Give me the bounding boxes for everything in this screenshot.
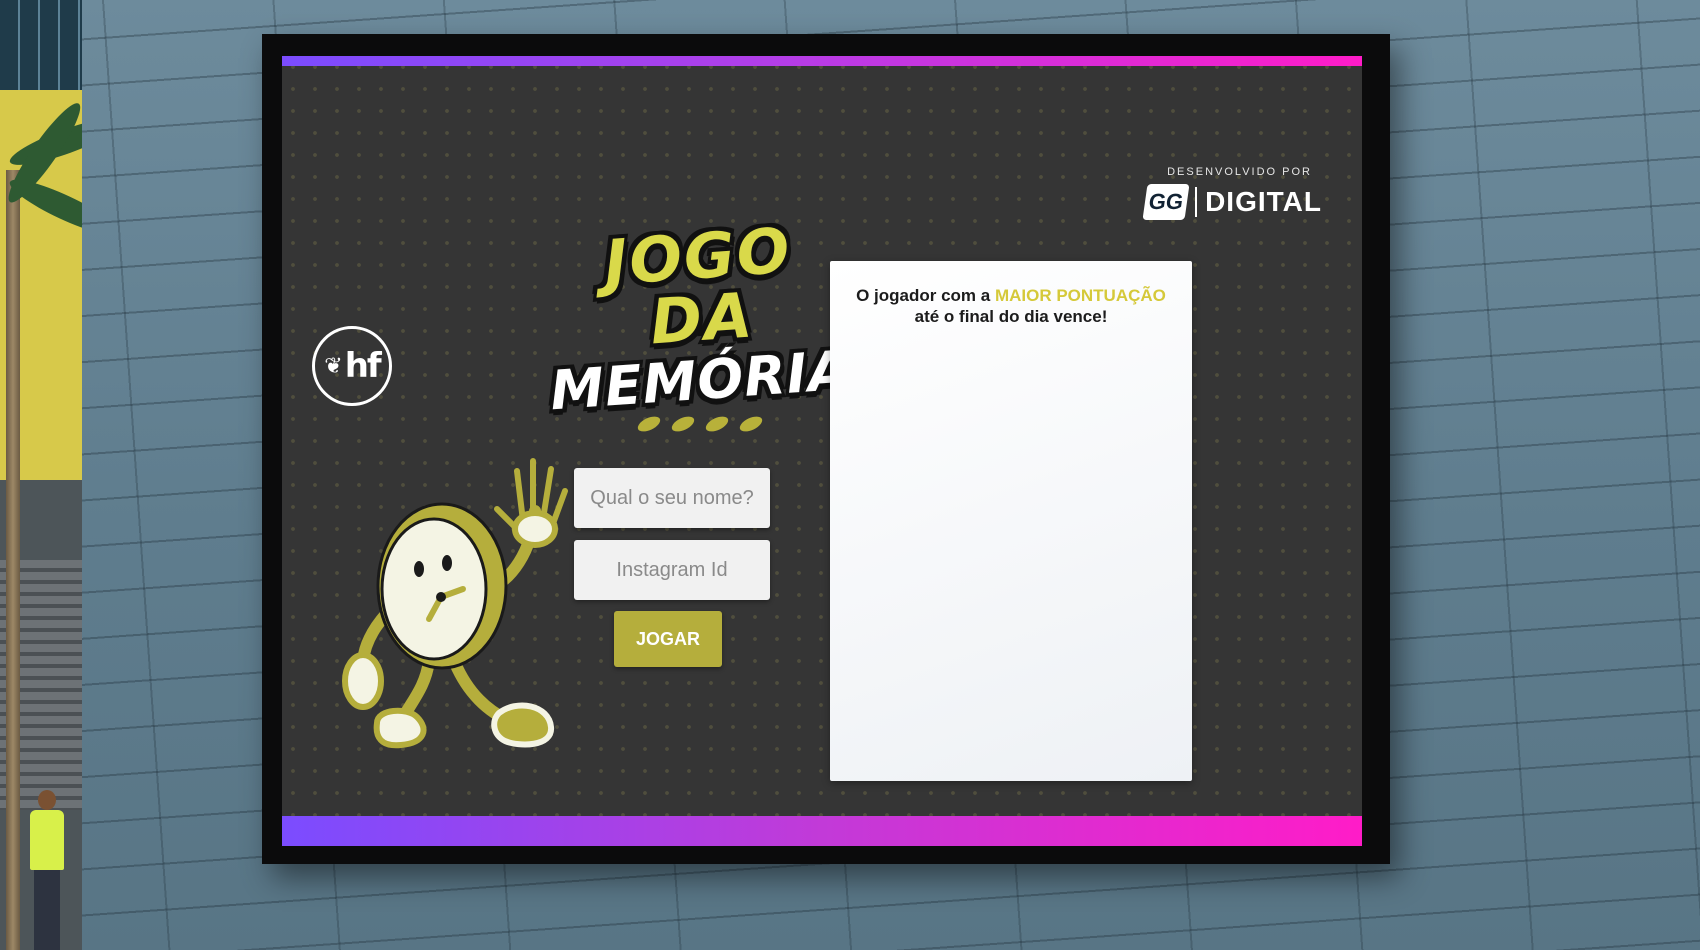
palm-tree [6, 170, 20, 950]
clock-center [436, 592, 446, 602]
instagram-id-input[interactable] [574, 540, 770, 600]
pedestrian [26, 790, 70, 950]
game-title: JOGO DA MEMÓRIA [548, 214, 853, 435]
gg-logo-mark: GG [1142, 184, 1190, 220]
hf-logo-text: hf [344, 346, 382, 386]
street-scene [0, 0, 82, 950]
leaderboard-message: O jogador com a MAIOR PONTUAÇÃO até o fi… [846, 285, 1176, 328]
glass-facade [0, 0, 82, 90]
mascot-face [380, 517, 488, 661]
mascot-right-shoe [491, 702, 554, 748]
developer-credit: DESENVOLVIDO POR GG DIGITAL [1092, 166, 1322, 220]
mascot-left-shoe [373, 707, 427, 749]
clock-mascot [342, 458, 568, 749]
play-button[interactable]: JOGAR [614, 611, 722, 667]
hf-logo: ❦ hf [312, 326, 392, 406]
title-line-1: JOGO DA [601, 213, 794, 359]
message-prefix: O jogador com a [856, 286, 995, 305]
name-input[interactable] [574, 468, 770, 528]
top-gradient-bar [282, 56, 1362, 66]
message-suffix: até o final do dia vence! [914, 307, 1108, 327]
logo-divider [1195, 187, 1198, 217]
message-highlight: MAIOR PONTUAÇÃO [994, 286, 1166, 305]
leaf-icon: ❦ [324, 353, 343, 378]
mascot-eye [442, 555, 452, 571]
gg-digital-logo: GG DIGITAL [1092, 184, 1322, 220]
mascot-eye [414, 561, 424, 577]
mascot-left-hand [342, 652, 384, 710]
mascot-palm [512, 510, 558, 548]
billboard: ❦ hf DESENVOLVIDO POR GG DIGITAL JOGO DA… [262, 34, 1390, 864]
title-sparkles [550, 413, 850, 435]
brand-name: DIGITAL [1205, 186, 1322, 217]
credit-label: DESENVOLVIDO POR [1167, 166, 1312, 178]
bottom-gradient-bar [282, 816, 1362, 846]
game-screen: ❦ hf DESENVOLVIDO POR GG DIGITAL JOGO DA… [282, 56, 1362, 846]
leaderboard-panel: O jogador com a MAIOR PONTUAÇÃO até o fi… [830, 261, 1192, 781]
